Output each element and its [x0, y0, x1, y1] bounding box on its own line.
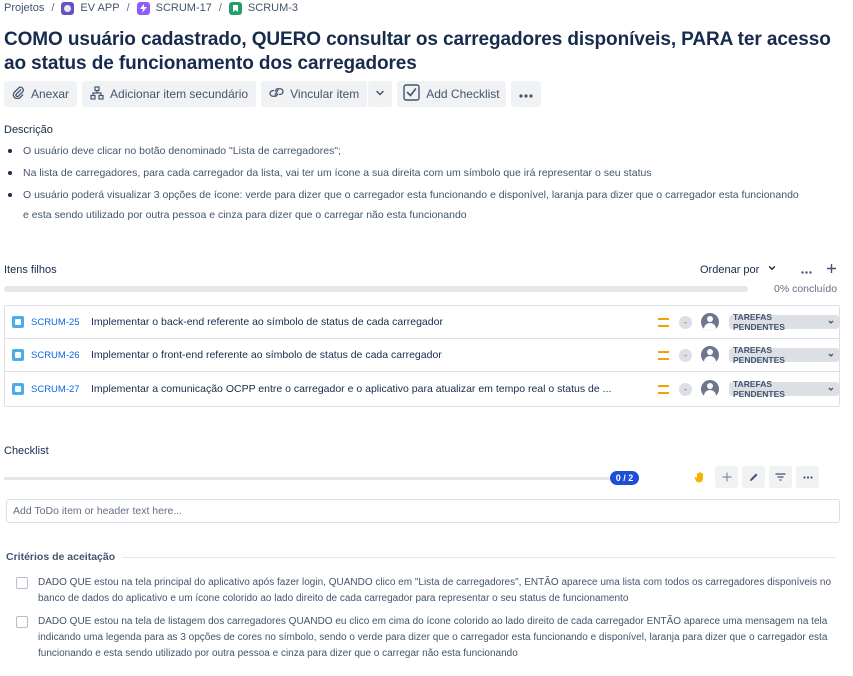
- add-child-button[interactable]: Adicionar item secundário: [82, 81, 257, 107]
- status-dropdown[interactable]: TAREFAS PENDENTES: [729, 312, 839, 332]
- task-icon: [12, 349, 24, 361]
- table-row[interactable]: SCRUM-25 Implementar o back-end referent…: [5, 306, 839, 339]
- description-item: O usuário poderá visualizar 3 opções de …: [4, 185, 804, 225]
- status-label: TAREFAS PENDENTES: [733, 312, 785, 332]
- chevron-down-icon: [828, 353, 834, 357]
- checklist-checkbox[interactable]: [16, 577, 28, 589]
- child-issues-table: SCRUM-25 Implementar o back-end referent…: [4, 305, 840, 407]
- child-progress-text: 0% concluído: [774, 283, 838, 295]
- estimate-badge: -: [679, 382, 692, 396]
- attach-button[interactable]: Anexar: [4, 81, 78, 107]
- task-icon: [12, 383, 24, 395]
- attach-label: Anexar: [31, 87, 70, 101]
- estimate-badge: -: [679, 315, 692, 329]
- child-issue-key[interactable]: SCRUM-26: [31, 350, 80, 361]
- more-actions-button[interactable]: [510, 81, 541, 107]
- description-heading: Descrição: [4, 124, 53, 136]
- assignee-avatar[interactable]: [701, 313, 719, 331]
- chevron-down-icon: [828, 387, 834, 391]
- child-progress-bar: [4, 286, 748, 292]
- chevron-down-icon: [767, 263, 777, 276]
- chevron-down-icon: [828, 320, 834, 324]
- checklist-item-text[interactable]: DADO QUE estou na tela principal do apli…: [38, 575, 842, 607]
- description-item: Na lista de carregadores, para cada carr…: [4, 163, 804, 183]
- add-icon[interactable]: [826, 263, 837, 277]
- order-by-dropdown[interactable]: Ordenar por: [700, 263, 777, 276]
- description-list[interactable]: O usuário deve clicar no botão denominad…: [4, 141, 804, 227]
- chevron-down-icon: [374, 87, 386, 102]
- child-issue-actions: [801, 263, 837, 277]
- priority-medium-icon: [658, 317, 669, 327]
- checklist-progress-bar: [4, 477, 610, 480]
- checkbox-icon: [403, 84, 420, 104]
- table-row[interactable]: SCRUM-27 Implementar a comunicação OCPP …: [5, 372, 839, 406]
- child-issue-summary[interactable]: Implementar o back-end referente ao símb…: [91, 316, 643, 328]
- project-app-icon: [61, 1, 75, 15]
- add-checklist-button[interactable]: Add Checklist: [397, 81, 506, 107]
- issue-toolbar: Anexar Adicionar item secundário Vincula…: [4, 81, 541, 107]
- status-label: TAREFAS PENDENTES: [733, 379, 785, 399]
- child-issue-summary[interactable]: Implementar a comunicação OCPP entre o c…: [91, 383, 643, 395]
- breadcrumb-project[interactable]: EV APP: [80, 2, 119, 14]
- story-icon: [228, 1, 242, 15]
- breadcrumb-projects[interactable]: Projetos: [4, 2, 44, 14]
- checklist-tools: [688, 466, 819, 488]
- breadcrumb-separator: /: [218, 2, 222, 14]
- link-dropdown-button[interactable]: [368, 81, 393, 107]
- more-icon[interactable]: [801, 263, 812, 277]
- todo-input[interactable]: [6, 499, 840, 523]
- acceptance-criteria-heading: Critérios de aceitação: [6, 551, 116, 563]
- assignee-avatar[interactable]: [701, 380, 719, 398]
- description-item: O usuário deve clicar no botão denominad…: [4, 141, 804, 161]
- more-icon[interactable]: [796, 466, 819, 488]
- breadcrumb-separator: /: [126, 2, 130, 14]
- status-dropdown[interactable]: TAREFAS PENDENTES: [729, 379, 839, 399]
- link-button-group: Vincular item: [261, 81, 393, 107]
- order-by-label: Ordenar por: [700, 263, 760, 276]
- checklist-item: DADO QUE estou na tela de listagem dos c…: [16, 614, 842, 662]
- add-item-button[interactable]: [715, 466, 738, 488]
- child-issues-heading: Itens filhos: [4, 264, 57, 276]
- table-row[interactable]: SCRUM-26 Implementar o front-end referen…: [5, 339, 839, 372]
- status-dropdown[interactable]: TAREFAS PENDENTES: [729, 345, 839, 365]
- breadcrumb-epic[interactable]: SCRUM-17: [156, 2, 212, 14]
- hierarchy-icon: [90, 85, 104, 103]
- priority-medium-icon: [658, 384, 669, 394]
- link-item-label: Vincular item: [290, 87, 360, 101]
- edit-pencil-icon[interactable]: [742, 466, 765, 488]
- add-child-label: Adicionar item secundário: [110, 87, 249, 101]
- breadcrumb-issue[interactable]: SCRUM-3: [248, 2, 298, 14]
- checklist-checkbox[interactable]: [16, 616, 28, 628]
- checklist-heading: Checklist: [4, 445, 49, 457]
- link-icon: [269, 86, 284, 102]
- filter-icon[interactable]: [769, 466, 792, 488]
- breadcrumb-separator: /: [51, 2, 55, 14]
- task-icon: [12, 316, 24, 328]
- hand-wave-icon[interactable]: [688, 466, 711, 488]
- breadcrumb: Projetos / EV APP / SCRUM-17 / SCRUM-3: [4, 0, 298, 16]
- priority-medium-icon: [658, 350, 669, 360]
- link-item-button[interactable]: Vincular item: [261, 81, 368, 107]
- add-checklist-label: Add Checklist: [426, 87, 500, 101]
- divider: [122, 557, 836, 558]
- epic-icon: [136, 1, 150, 15]
- assignee-avatar[interactable]: [701, 346, 719, 364]
- child-issue-key[interactable]: SCRUM-27: [31, 384, 80, 395]
- paperclip-icon: [12, 86, 25, 102]
- estimate-badge: -: [679, 348, 692, 362]
- status-label: TAREFAS PENDENTES: [733, 345, 785, 365]
- child-issue-summary[interactable]: Implementar o front-end referente ao sím…: [91, 349, 643, 361]
- checklist-item: DADO QUE estou na tela principal do apli…: [16, 575, 842, 607]
- child-issue-key[interactable]: SCRUM-25: [31, 317, 80, 328]
- issue-title[interactable]: COMO usuário cadastrado, QUERO consultar…: [4, 28, 834, 76]
- more-icon: [519, 87, 533, 101]
- checklist-item-text[interactable]: DADO QUE estou na tela de listagem dos c…: [38, 614, 842, 662]
- checklist-count-badge: 0 / 2: [610, 471, 639, 485]
